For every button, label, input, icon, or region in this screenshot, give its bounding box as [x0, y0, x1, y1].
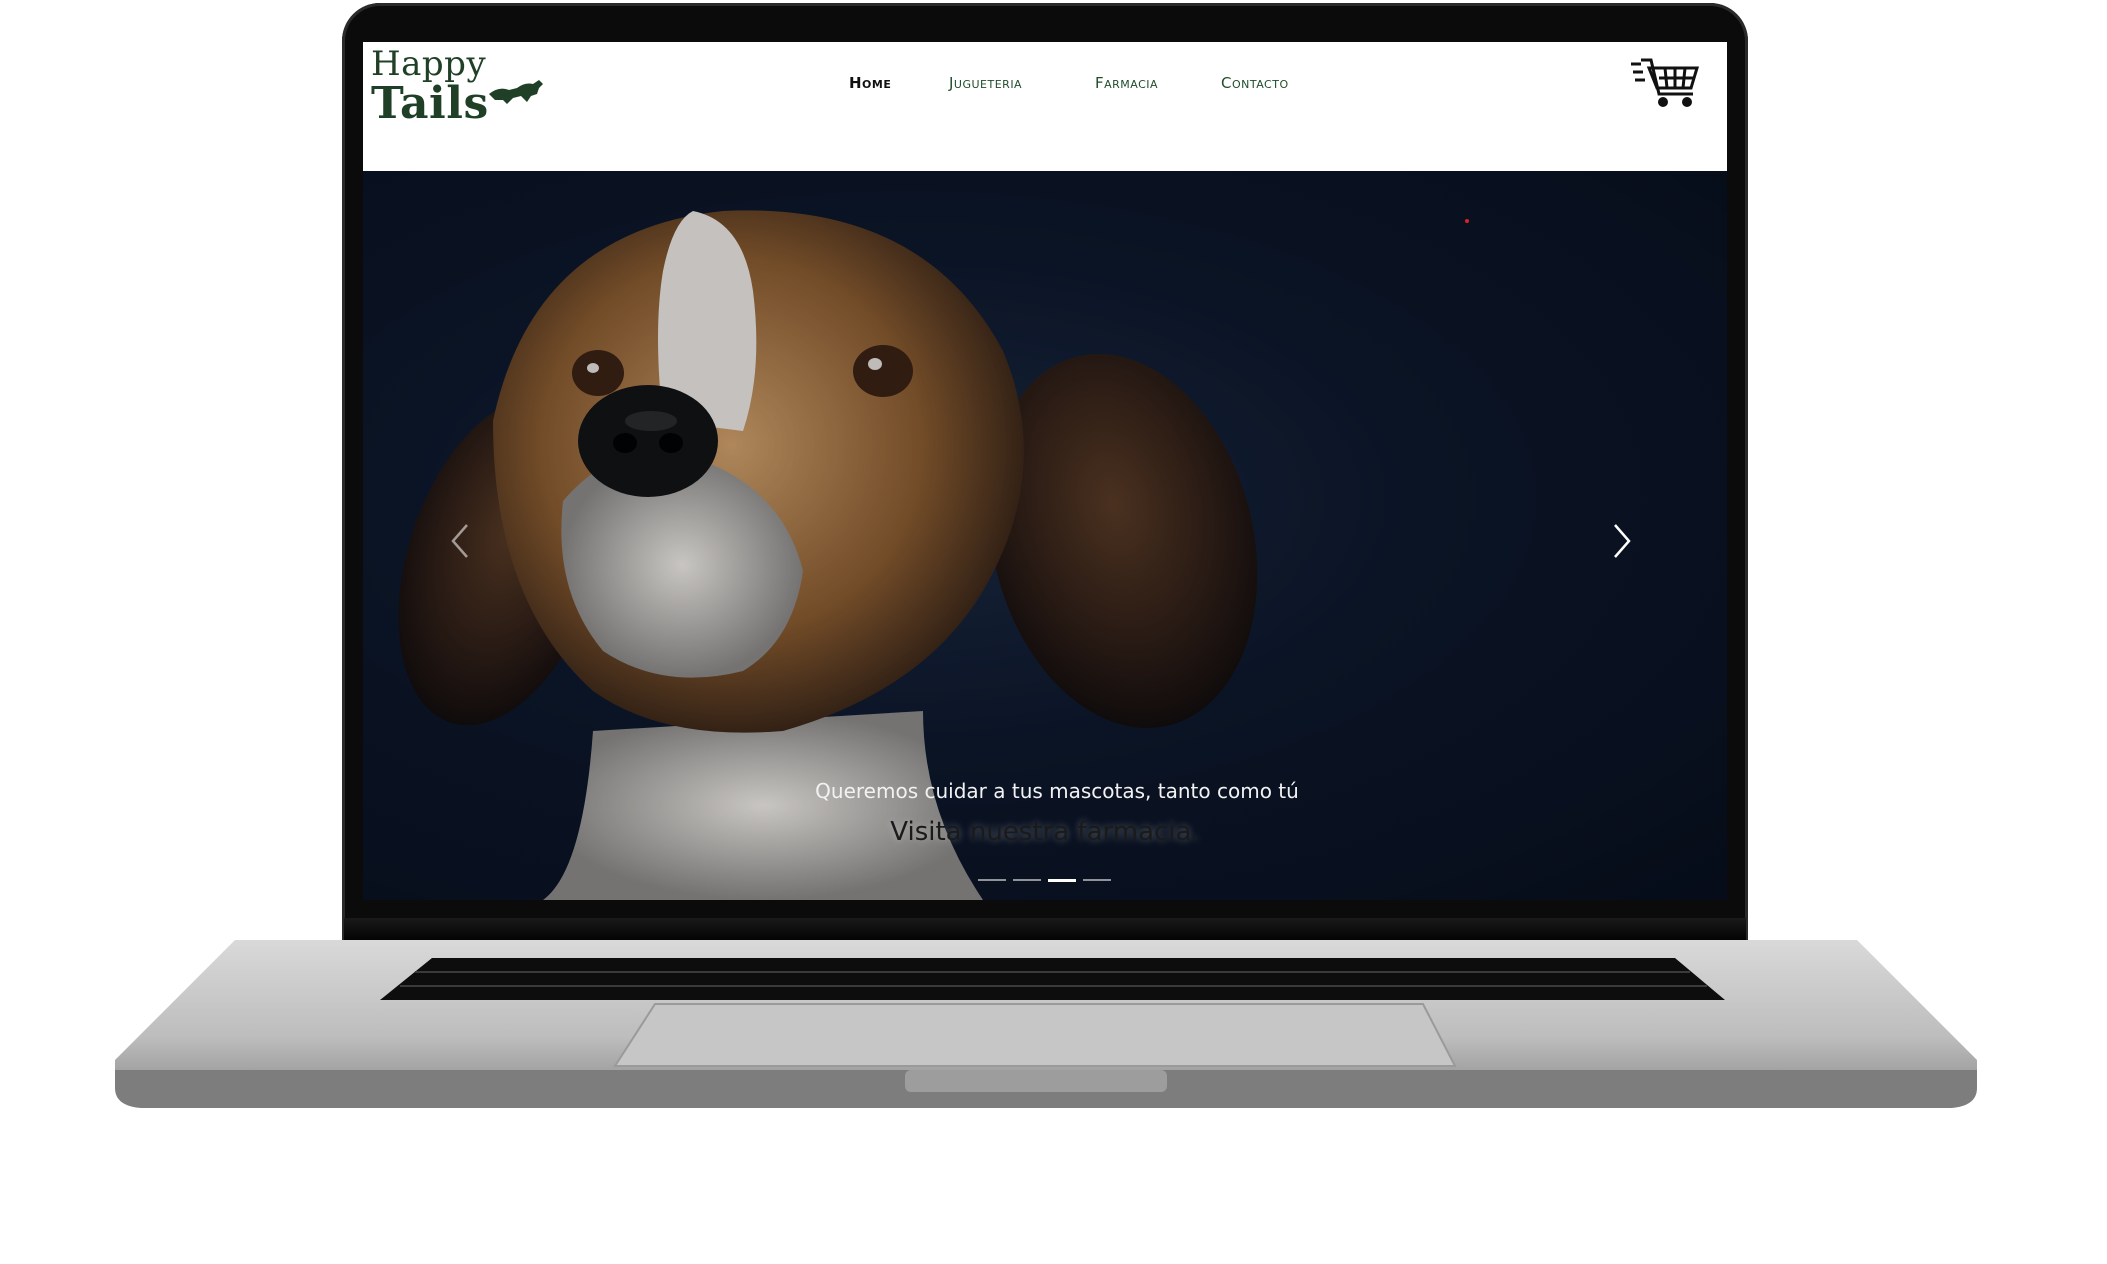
- chevron-right-icon[interactable]: [1601, 511, 1641, 571]
- nav-contacto[interactable]: Contacto: [1221, 74, 1289, 92]
- navbar: Happy Tails Home Jugueteria Farmacia Con…: [363, 42, 1727, 171]
- hero-caption-title: Queremos cuidar a tus mascotas, tanto co…: [815, 779, 1299, 803]
- carousel-indicator-active[interactable]: [1048, 879, 1076, 882]
- carousel-indicator[interactable]: [1013, 879, 1041, 881]
- nav-jugueteria[interactable]: Jugueteria: [949, 74, 1022, 92]
- nav-farmacia[interactable]: Farmacia: [1095, 74, 1158, 92]
- carousel-indicator[interactable]: [1083, 879, 1111, 881]
- carousel-indicator[interactable]: [978, 879, 1006, 881]
- laptop-base: [115, 940, 1977, 1120]
- main-nav: Home Jugueteria Farmacia Contacto: [363, 42, 1727, 122]
- carousel-indicators: [978, 879, 1118, 887]
- hero-carousel: Queremos cuidar a tus mascotas, tanto co…: [363, 171, 1727, 900]
- hero-caption-subtitle[interactable]: Visita nuestra farmacia.: [363, 817, 1727, 847]
- shopping-cart-icon[interactable]: [1629, 56, 1701, 112]
- browser-screen: Happy Tails Home Jugueteria Farmacia Con…: [363, 42, 1727, 900]
- red-dot-marker: [1465, 219, 1469, 223]
- chevron-left-icon[interactable]: [441, 511, 481, 571]
- nav-home[interactable]: Home: [849, 74, 891, 92]
